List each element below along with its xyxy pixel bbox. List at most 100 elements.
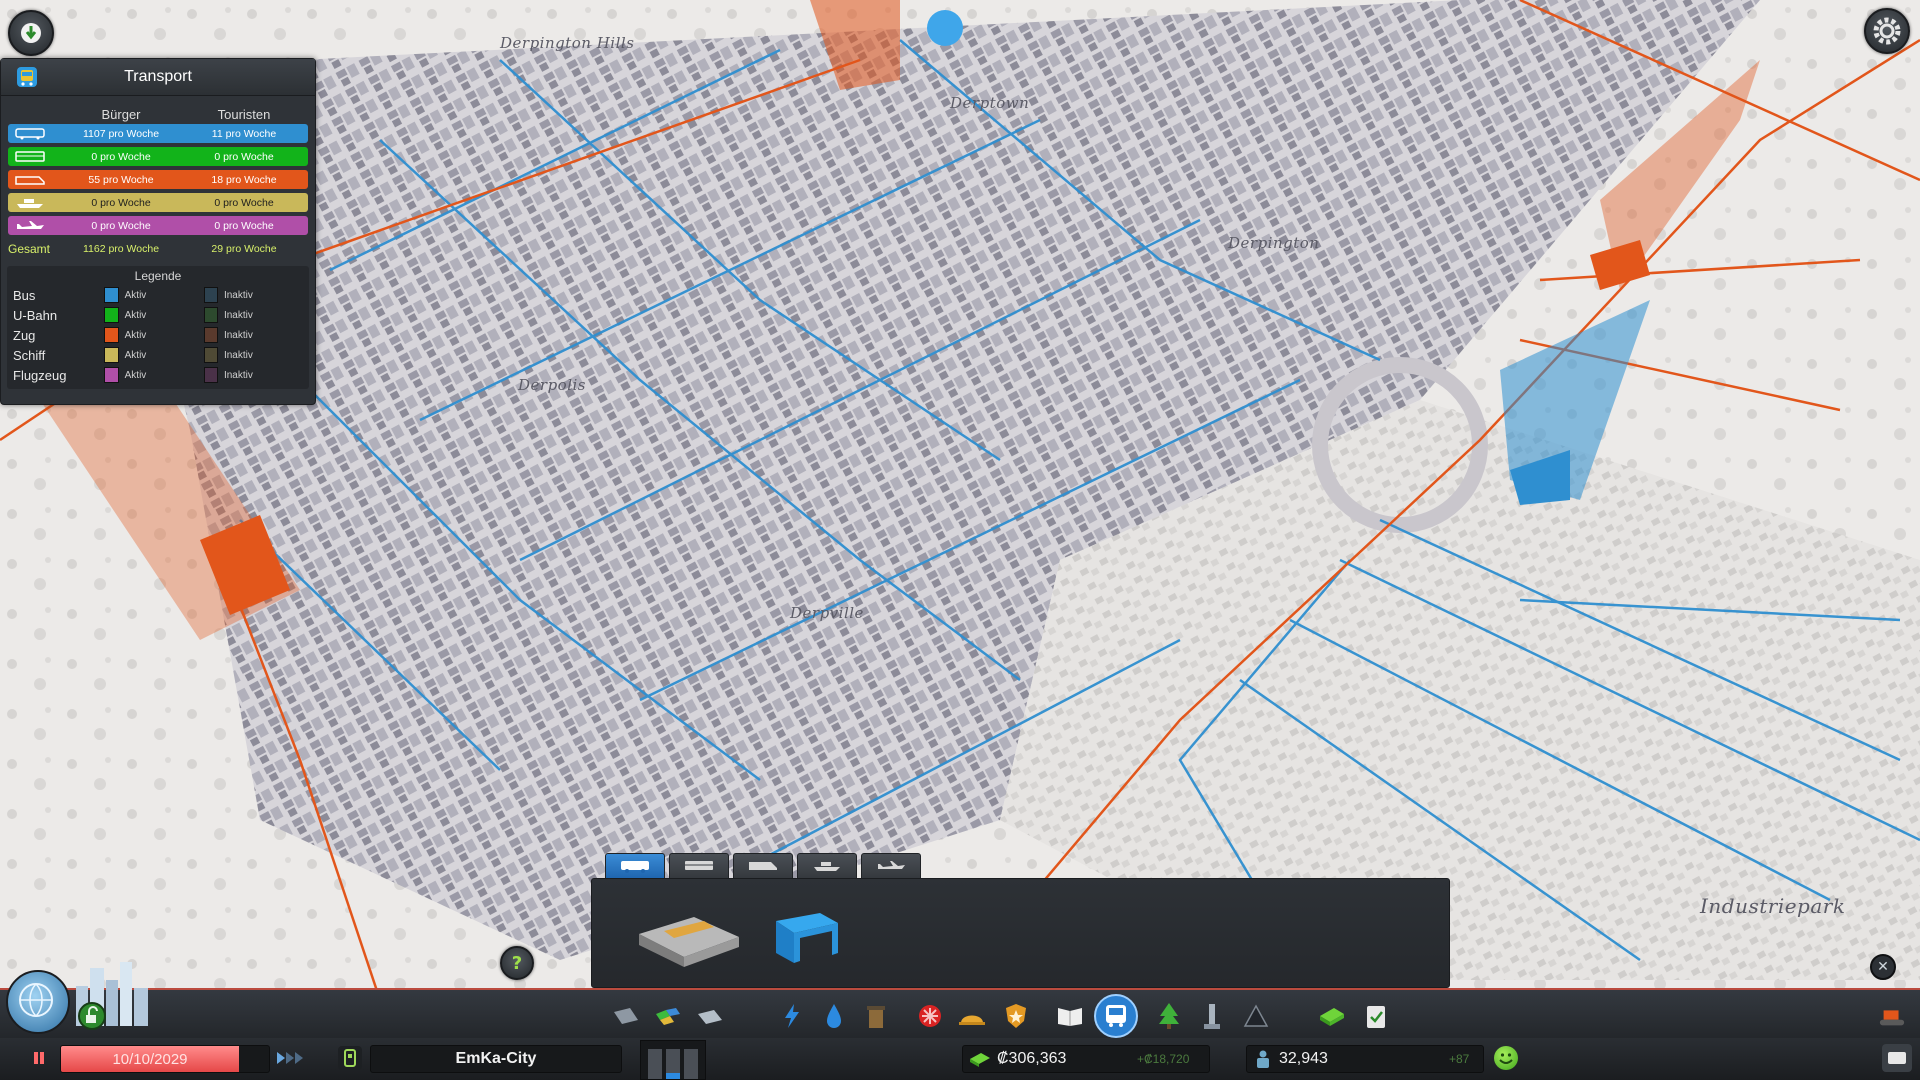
water-button[interactable] [820,1002,848,1030]
water-drop-icon [827,1004,841,1028]
map-label-industriepark: Industriepark [1700,894,1846,918]
bus-citizens: 1107 pro Woche [82,127,160,140]
ship-icon [814,862,840,871]
metro-citizens: 0 pro Woche [91,150,151,163]
demand-residential-bar [648,1049,662,1079]
districts-button[interactable] [696,1002,724,1030]
book-icon [1058,1008,1082,1026]
map-label-derpington: Derpington [1228,234,1320,252]
demand-meter[interactable] [640,1040,706,1080]
bus-depot-icon[interactable] [634,909,744,969]
info-icon [21,23,41,43]
money-amount: ₡306,363 [997,1050,1067,1067]
bus-front-icon [1106,1005,1126,1027]
happiness-indicator[interactable] [1494,1046,1518,1070]
city-overview-button[interactable] [6,970,70,1034]
tab-plane[interactable] [861,853,921,879]
column-citizens: Bürger [101,106,141,122]
train-icon [15,175,45,185]
bus-icon [15,127,45,139]
legend-name: U-Bahn [13,307,58,323]
legend-swatch-inactive [203,287,218,303]
map-label-derpolis: Derpolis [518,376,586,394]
settings-button[interactable] [1864,8,1910,54]
transport-stats: Bürger Touristen 1107 pro Woche 11 pro W… [8,104,308,258]
unique-buildings-button[interactable] [1198,1002,1226,1030]
metro-icon [685,861,713,870]
tab-bus[interactable] [605,853,665,879]
legend-inactive: Inaktiv [223,329,253,341]
transport-info-panel: Transport Bürger Touristen 1107 pro Woch… [0,58,316,405]
ship-citizens: 0 pro Woche [91,196,151,209]
health-icon [919,1005,941,1027]
city-name-field[interactable]: EmKa-City [370,1045,622,1073]
transport-build-tabs [605,853,925,879]
help-button[interactable]: ? [500,946,534,980]
economy-button[interactable] [1318,1002,1346,1030]
legend-inactive: Inaktiv [223,289,253,301]
legend-row-ship: Schiff Aktiv Inaktiv [13,345,303,365]
bus-icon [621,861,649,873]
tab-ship[interactable] [797,853,857,879]
money-field[interactable]: ₡306,363 +₡18,720 [962,1045,1210,1073]
roads-button[interactable] [612,1002,640,1030]
legend-row-metro: U-Bahn Aktiv Inaktiv [13,305,303,325]
legend-inactive: Inaktiv [223,369,253,381]
road-icon [614,1008,638,1024]
map-label-hills: Derpington Hills [500,34,635,52]
legend-row-bus: Bus Aktiv Inaktiv [13,285,303,305]
date-text: 10/10/2029 [112,1050,188,1068]
fire-button[interactable] [958,1002,986,1030]
population-field[interactable]: 32,943 +87 [1246,1045,1484,1073]
policies-button[interactable] [1362,1002,1390,1030]
milestones-button[interactable] [78,1002,106,1030]
legend-swatch-active [104,347,119,363]
healthcare-button[interactable] [916,1002,944,1030]
monuments-button[interactable] [1242,1002,1270,1030]
zoning-button[interactable] [654,1002,682,1030]
chirper-button[interactable] [338,1046,362,1070]
parks-button[interactable] [1155,1002,1183,1030]
transport-button[interactable] [1094,994,1138,1038]
map-label-derpville: Derpville [790,604,864,622]
tab-train[interactable] [733,853,793,879]
garbage-button[interactable] [862,1002,890,1030]
city-name: EmKa-City [455,1050,537,1067]
electricity-button[interactable] [778,1002,806,1030]
demand-industrial-bar [684,1049,698,1079]
total-tourists: 29 pro Woche [211,242,277,255]
money-icon [1320,1008,1344,1026]
plane-tourists: 0 pro Woche [214,219,274,232]
stats-row-plane: 0 pro Woche 0 pro Woche [8,216,308,235]
plane-citizens: 0 pro Woche [91,219,151,232]
legend-inactive: Inaktiv [223,349,253,361]
map-label-derptown: Derptown [950,94,1030,112]
population-icon [1257,1050,1269,1068]
plane-icon [878,861,905,869]
close-panel-button[interactable]: ✕ [1870,954,1896,980]
legend-swatch-active [104,367,119,383]
legend-swatch-active [104,327,119,343]
transport-panel-header[interactable]: Transport [1,59,315,96]
money-delta: +₡18,720 [1137,1052,1190,1066]
total-citizens: 1162 pro Woche [82,242,160,255]
demand-commercial-bar [666,1049,680,1079]
pause-button[interactable] [28,1047,50,1069]
police-button[interactable] [1002,1002,1030,1030]
stats-row-ship: 0 pro Woche 0 pro Woche [8,193,308,212]
legend-active: Aktiv [124,329,147,341]
info-views-button[interactable] [8,10,54,56]
trash-can-icon [867,1006,885,1028]
district-icon [698,1010,722,1024]
tab-metro[interactable] [669,853,729,879]
bulldozer-button[interactable] [1878,1002,1906,1030]
globe-icon [19,983,53,1017]
info-panel-icon [344,1049,356,1067]
pause-icon [34,1052,44,1064]
chirp-feed-button[interactable] [1882,1044,1912,1072]
education-button[interactable] [1056,1002,1084,1030]
legend-swatch-inactive [203,327,218,343]
bus-stop-icon[interactable] [772,911,842,967]
speed-button[interactable] [272,1047,308,1069]
legend-swatch-inactive [203,347,218,363]
